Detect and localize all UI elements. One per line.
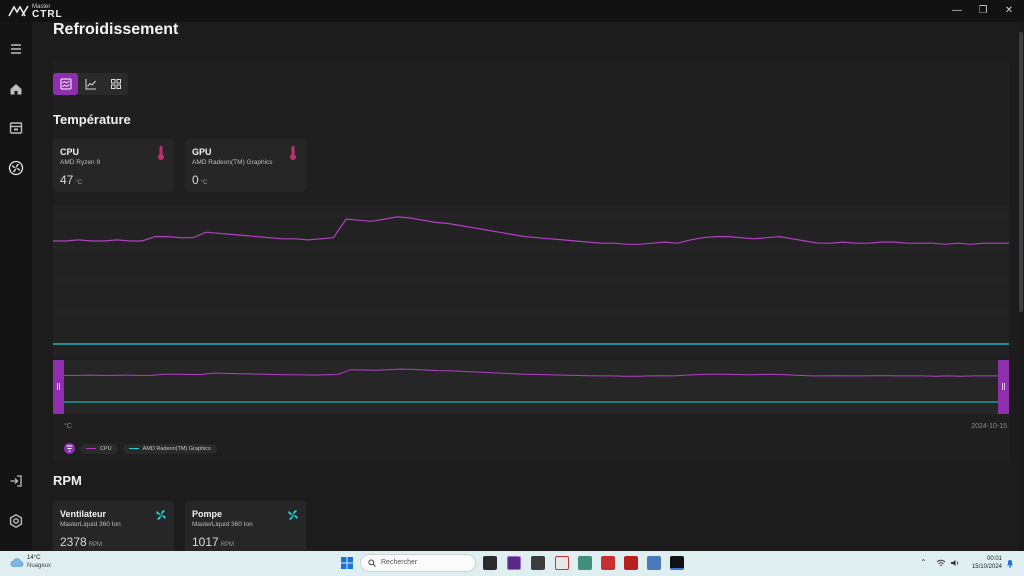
card-value: 0 °C bbox=[192, 173, 207, 187]
scrollbar-thumb[interactable] bbox=[1019, 32, 1023, 312]
range-handle-left[interactable] bbox=[53, 360, 64, 414]
card-subtitle: AMD Ryzen 9 bbox=[60, 159, 101, 166]
fan-rpm-card[interactable]: Ventilateur MasterLiquid 360 Ion 2378 RPM bbox=[53, 501, 174, 551]
app-icon-green[interactable] bbox=[578, 556, 592, 570]
range-handle-right[interactable] bbox=[998, 360, 1009, 414]
card-value-number: 2378 bbox=[60, 535, 87, 549]
legend-swatch bbox=[86, 448, 96, 449]
temperature-section-title: Température bbox=[53, 112, 131, 127]
app-icon-purple[interactable] bbox=[507, 556, 521, 570]
clock-date: 15/10/2024 bbox=[971, 564, 1002, 570]
windows-start-icon[interactable] bbox=[340, 556, 354, 570]
filter-icon bbox=[66, 445, 73, 452]
wifi-icon[interactable] bbox=[936, 559, 946, 567]
legend-swatch bbox=[128, 448, 139, 449]
legend-label: AMD Radeon(TM) Graphics bbox=[142, 445, 211, 452]
fan-icon bbox=[156, 510, 166, 520]
grid-view-button[interactable] bbox=[103, 73, 128, 95]
settings-icon[interactable] bbox=[8, 513, 24, 529]
app-brand: Master CTRL bbox=[32, 3, 63, 20]
app-icon-red[interactable] bbox=[555, 556, 569, 570]
temperature-chart bbox=[53, 206, 1009, 414]
main-content: Refroidissement Température CPU AMD Ryze… bbox=[32, 22, 1018, 551]
card-title: CPU bbox=[60, 147, 80, 157]
windows-taskbar: 14°C Nuageux Rechercher ⌃ 00:01 15/10/20… bbox=[0, 551, 1024, 576]
card-unit: RPM bbox=[220, 542, 235, 548]
thermometer-icon bbox=[290, 146, 296, 160]
card-title: Ventilateur bbox=[60, 509, 107, 519]
login-icon[interactable] bbox=[8, 473, 24, 489]
main-plot-bg bbox=[53, 206, 1009, 356]
close-button[interactable]: ✕ bbox=[1001, 3, 1017, 19]
card-value-number: 0 bbox=[192, 173, 199, 187]
pump-fan-icon bbox=[288, 510, 298, 520]
thermometer-icon bbox=[158, 146, 164, 160]
card-value: 47 °C bbox=[60, 173, 82, 187]
card-value-number: 47 bbox=[60, 173, 74, 187]
app-icon-flash[interactable] bbox=[624, 556, 638, 570]
view-toggle bbox=[53, 73, 128, 95]
title-bar: Master CTRL — ❐ ✕ bbox=[0, 0, 1024, 22]
card-title: GPU bbox=[192, 147, 212, 157]
cloud-weather-icon[interactable] bbox=[9, 556, 24, 568]
gpu-temperature-card[interactable]: GPU AMD Radeon(TM) Graphics 0 °C bbox=[185, 139, 306, 192]
page-title: Refroidissement bbox=[53, 22, 179, 38]
fan-cooling-icon[interactable] bbox=[8, 160, 24, 176]
app-icon-cube[interactable] bbox=[531, 556, 545, 570]
card-subtitle: MasterLiquid 360 Ion bbox=[60, 521, 121, 528]
legend-label: CPU bbox=[100, 445, 112, 452]
app-icon-red-square[interactable] bbox=[601, 556, 615, 570]
menu-icon[interactable] bbox=[8, 41, 24, 57]
legend-item-gpu[interactable]: AMD Radeon(TM) Graphics bbox=[122, 443, 217, 454]
maximize-button[interactable]: ❐ bbox=[975, 3, 991, 19]
taskbar-clock[interactable]: 00:01 15/10/2024 bbox=[972, 555, 1002, 571]
line-chart-view-button[interactable] bbox=[78, 73, 103, 95]
home-icon[interactable] bbox=[8, 81, 24, 97]
tray-overflow-chevron-icon[interactable]: ⌃ bbox=[920, 558, 927, 567]
app-icon-blue[interactable] bbox=[647, 556, 661, 570]
cpu-temperature-card[interactable]: CPU AMD Ryzen 9 47 °C bbox=[53, 139, 174, 192]
card-unit: RPM bbox=[88, 542, 103, 548]
card-value: 1017 RPM bbox=[192, 535, 234, 549]
card-unit: °C bbox=[200, 180, 208, 186]
legend-item-cpu[interactable]: CPU bbox=[80, 443, 118, 454]
volume-icon[interactable] bbox=[950, 559, 960, 567]
search-placeholder: Rechercher bbox=[381, 559, 418, 566]
dashboard-chart-icon bbox=[60, 78, 71, 90]
card-value-number: 1017 bbox=[192, 535, 219, 549]
search-icon bbox=[368, 559, 376, 567]
card-subtitle: AMD Radeon(TM) Graphics bbox=[192, 159, 273, 166]
notification-bell-icon[interactable] bbox=[1006, 558, 1014, 568]
line-chart-icon bbox=[85, 79, 96, 90]
taskbar-search[interactable]: Rechercher bbox=[360, 554, 476, 572]
weather-description: Nuageux bbox=[27, 563, 52, 569]
grid-icon bbox=[110, 79, 121, 89]
clock-time: 00:01 bbox=[986, 556, 1002, 562]
legend-filter-button[interactable] bbox=[64, 443, 75, 454]
master-ctrl-taskbar-icon[interactable] bbox=[670, 556, 684, 570]
pump-rpm-card[interactable]: Pompe MasterLiquid 360 Ion 1017 RPM bbox=[185, 501, 306, 551]
card-title: Pompe bbox=[192, 509, 223, 519]
x-axis-date: 2024-10-15 bbox=[971, 423, 1007, 430]
devices-icon[interactable] bbox=[8, 120, 24, 136]
main-scrollbar[interactable] bbox=[1018, 22, 1024, 551]
minimize-button[interactable]: — bbox=[949, 3, 965, 19]
rpm-section-title: RPM bbox=[53, 473, 82, 488]
y-axis-unit: °C bbox=[64, 423, 72, 430]
card-subtitle: MasterLiquid 360 Ion bbox=[192, 521, 253, 528]
chart-legend: CPU AMD Radeon(TM) Graphics bbox=[64, 443, 217, 454]
master-ctrl-logo bbox=[8, 5, 29, 17]
card-unit: °C bbox=[75, 180, 83, 186]
card-value: 2378 RPM bbox=[60, 535, 102, 549]
taskview-app-icon[interactable] bbox=[483, 556, 497, 570]
dashboard-view-button[interactable] bbox=[53, 73, 78, 95]
sidebar bbox=[0, 22, 32, 551]
weather-temperature: 14°C bbox=[27, 555, 41, 561]
range-selector[interactable] bbox=[64, 360, 999, 414]
brand-bottom: CTRL bbox=[32, 9, 63, 20]
